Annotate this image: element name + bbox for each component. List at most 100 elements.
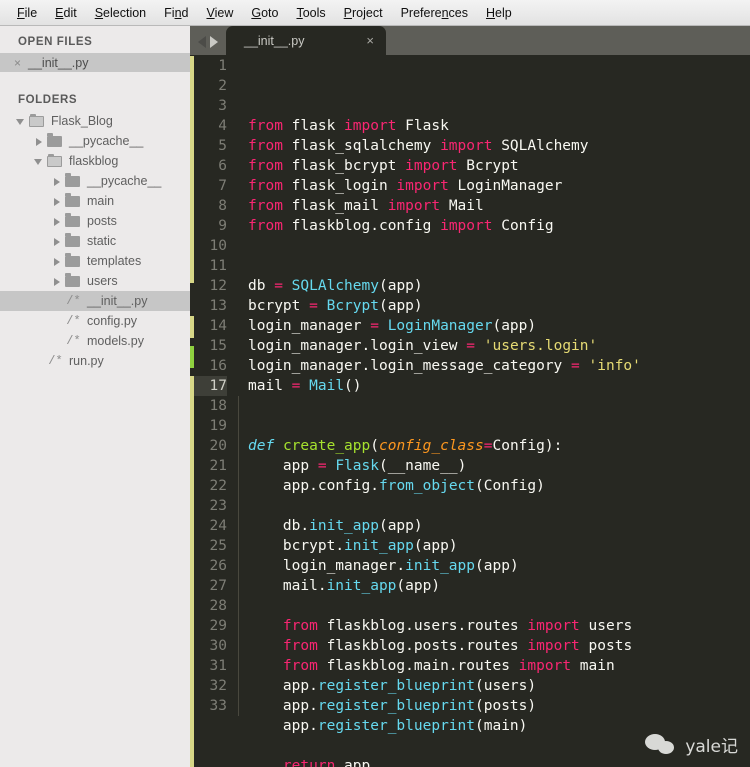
close-icon[interactable]: × bbox=[14, 57, 21, 69]
menu-item-preferences[interactable]: Preferences bbox=[392, 4, 477, 22]
tree-folder-static[interactable]: static bbox=[0, 231, 190, 251]
tree-file-modelspy[interactable]: /* models.py bbox=[0, 331, 190, 351]
open-file-item[interactable]: × __init__.py bbox=[0, 53, 190, 72]
code-line: bcrypt.init_app(app) bbox=[282, 538, 458, 554]
menu-item-edit[interactable]: Edit bbox=[46, 4, 86, 22]
code-line: db.init_app(app) bbox=[282, 518, 423, 534]
line-number: 24 bbox=[209, 518, 227, 534]
line-number-gutter: 1 2 3 4 5 6 7 8 9 10 11 12 13 14 15 16 17 18 19 20 21 22 23 24 2… bbox=[194, 55, 236, 767]
code-line: app.config.from_object(Config) bbox=[282, 478, 545, 494]
tab-nav-controls bbox=[190, 36, 226, 55]
chevron-right-icon[interactable] bbox=[34, 137, 43, 146]
menu-item-selection[interactable]: Selection bbox=[86, 4, 155, 22]
menu-bar: File Edit Selection Find View Goto Tools Projec… bbox=[0, 0, 750, 26]
chevron-right-icon[interactable] bbox=[52, 237, 61, 246]
close-icon[interactable]: × bbox=[366, 34, 374, 47]
menu-item-view[interactable]: View bbox=[197, 4, 242, 22]
line-number: 3 bbox=[218, 98, 227, 114]
line-number: 5 bbox=[218, 138, 227, 154]
tree-folder-pycache[interactable]: __pycache__ bbox=[0, 131, 190, 151]
code-line: from flaskblog.posts.routes import posts bbox=[282, 638, 633, 654]
code-line: from flask_sqlalchemy import SQLAlchemy bbox=[248, 138, 589, 154]
chevron-right-icon[interactable] bbox=[52, 257, 61, 266]
chevron-right-icon[interactable] bbox=[210, 36, 218, 48]
folder-icon bbox=[65, 212, 80, 227]
folder-icon bbox=[65, 232, 80, 247]
line-number: 22 bbox=[209, 478, 227, 494]
open-files-list: × __init__.py bbox=[0, 53, 190, 72]
watermark-label: yale记 bbox=[685, 737, 738, 757]
tree-folder-users[interactable]: users bbox=[0, 271, 190, 291]
tree-folder-main[interactable]: main bbox=[0, 191, 190, 211]
tree-folder-pycache[interactable]: __pycache__ bbox=[0, 171, 190, 191]
code-line: from flask_bcrypt import Bcrypt bbox=[248, 158, 519, 174]
code-line: def create_app(config_class=Config): bbox=[248, 438, 563, 454]
line-number: 25 bbox=[209, 538, 227, 554]
chevron-right-icon[interactable] bbox=[52, 217, 61, 226]
menu-item-project[interactable]: Project bbox=[335, 4, 392, 22]
tree-folder-posts[interactable]: posts bbox=[0, 211, 190, 231]
menu-item-goto[interactable]: Goto bbox=[242, 4, 287, 22]
open-file-label: __init__.py bbox=[28, 55, 89, 70]
code-area: 1 2 3 4 5 6 7 8 9 10 11 12 13 14 15 16 17 18 19 20 21 22 23 24 2… bbox=[190, 55, 750, 767]
line-number: 30 bbox=[209, 638, 227, 654]
line-number: 16 bbox=[209, 358, 227, 374]
line-number: 28 bbox=[209, 598, 227, 614]
line-number: 14 bbox=[209, 318, 227, 334]
menu-item-help[interactable]: Help bbox=[477, 4, 521, 22]
python-file-icon: /* bbox=[48, 354, 63, 368]
tree-file-configpy[interactable]: /* config.py bbox=[0, 311, 190, 331]
line-number: 9 bbox=[218, 218, 227, 234]
tab-label: __init__.py bbox=[244, 33, 305, 48]
indent-guide bbox=[238, 396, 239, 716]
tabs-container: __init__.py × bbox=[226, 26, 386, 55]
code-line: login_manager.login_view = 'users.login' bbox=[248, 338, 598, 354]
folder-icon bbox=[65, 272, 80, 287]
code-line: from flaskblog.main.routes import main bbox=[282, 658, 615, 674]
tree-file-runpy[interactable]: /* run.py bbox=[0, 351, 190, 371]
code-line: login_manager = LoginManager(app) bbox=[248, 318, 537, 334]
folder-icon bbox=[65, 172, 80, 187]
tree-folder-flaskblog[interactable]: flaskblog bbox=[0, 151, 190, 171]
tree-folder-templates[interactable]: templates bbox=[0, 251, 190, 271]
code-line: mail.init_app(app) bbox=[282, 578, 441, 594]
code-line: from flaskblog.users.routes import users bbox=[282, 618, 633, 634]
menu-item-file[interactable]: File bbox=[8, 4, 46, 22]
line-number: 4 bbox=[218, 118, 227, 134]
line-number: 32 bbox=[209, 678, 227, 694]
code-line: from flask import Flask bbox=[248, 118, 449, 134]
code-line: from flaskblog.config import Config bbox=[248, 218, 554, 234]
tree-item-label: posts bbox=[87, 214, 117, 228]
chevron-right-icon[interactable] bbox=[52, 177, 61, 186]
chevron-down-icon[interactable] bbox=[34, 157, 43, 166]
code-line: from flask_mail import Mail bbox=[248, 198, 484, 214]
line-number: 19 bbox=[209, 418, 227, 434]
line-number: 29 bbox=[209, 618, 227, 634]
chevron-left-icon[interactable] bbox=[198, 36, 206, 48]
code-line: return app bbox=[282, 758, 371, 767]
line-number: 20 bbox=[209, 438, 227, 454]
sidebar: OPEN FILES × __init__.py FOLDERS Flask_Bl… bbox=[0, 26, 190, 767]
code-line: app.register_blueprint(posts) bbox=[282, 698, 537, 714]
chevron-down-icon[interactable] bbox=[16, 117, 25, 126]
line-number: 17 bbox=[194, 376, 227, 396]
code-content[interactable]: from flask import Flask from flask_sqlalc… bbox=[236, 55, 750, 767]
tree-file-initpy[interactable]: /* __init__.py bbox=[0, 291, 190, 311]
code-line: app = Flask(__name__) bbox=[282, 458, 467, 474]
wechat-icon bbox=[645, 733, 677, 757]
menu-item-find[interactable]: Find bbox=[155, 4, 197, 22]
chevron-right-icon[interactable] bbox=[52, 277, 61, 286]
tree-item-label: flaskblog bbox=[69, 154, 119, 168]
tree-folder-flaskblog[interactable]: Flask_Blog bbox=[0, 111, 190, 131]
chevron-right-icon[interactable] bbox=[52, 197, 61, 206]
folder-icon bbox=[47, 132, 62, 147]
menu-item-tools[interactable]: Tools bbox=[287, 4, 334, 22]
editor-tab[interactable]: __init__.py × bbox=[226, 26, 386, 55]
tree-item-label: templates bbox=[87, 254, 142, 268]
